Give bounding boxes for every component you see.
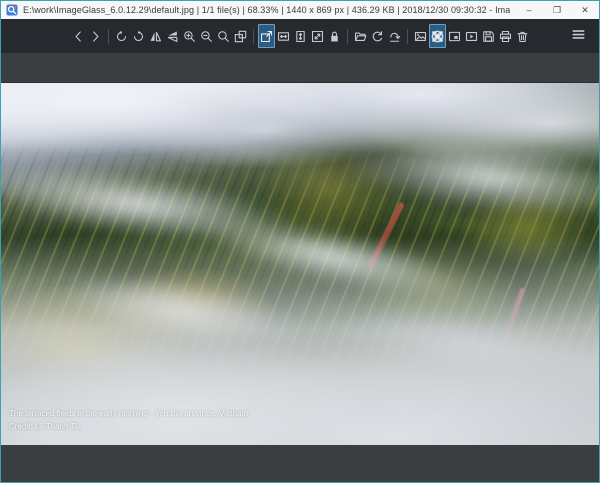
close-button[interactable]: ✕	[571, 1, 599, 19]
chevron-left-icon	[72, 30, 85, 43]
goto-image-button[interactable]	[386, 24, 403, 48]
imageglass-window: E:\work\ImageGlass_6.0.12.29\default.jpg…	[0, 0, 600, 483]
slideshow-button[interactable]	[463, 24, 480, 48]
imageglass-logo-icon[interactable]	[6, 4, 18, 16]
next-image-button[interactable]	[87, 24, 104, 48]
photo-mist-blobs	[1, 83, 599, 445]
slideshow-icon	[465, 30, 478, 43]
scale-width-icon	[277, 30, 290, 43]
zoom-out-icon	[200, 30, 213, 43]
titlebar[interactable]: E:\work\ImageGlass_6.0.12.29\default.jpg…	[1, 1, 599, 19]
checkerboard-icon	[431, 30, 444, 43]
actual-size-button[interactable]	[215, 24, 232, 48]
flip-vertical-icon	[166, 30, 179, 43]
auto-zoom-icon	[260, 30, 273, 43]
scale-height-icon	[294, 30, 307, 43]
rotate-clockwise-button[interactable]	[130, 24, 147, 48]
goto-icon	[388, 30, 401, 43]
scale-to-width-button[interactable]	[275, 24, 292, 48]
minimize-button[interactable]: –	[515, 1, 543, 19]
thumbnail-icon	[414, 30, 427, 43]
window-title: E:\work\ImageGlass_6.0.12.29\default.jpg…	[23, 5, 510, 15]
delete-image-button[interactable]	[514, 24, 531, 48]
toolbar-buttons	[70, 24, 531, 48]
print-icon	[499, 30, 512, 43]
photo-caption: The terraced fields in the early morning…	[9, 407, 248, 433]
full-screen-button[interactable]	[446, 24, 463, 48]
flip-horizontal-icon	[149, 30, 162, 43]
toolbar	[1, 19, 599, 53]
full-screen-icon	[448, 30, 461, 43]
caption-line1: The terraced fields in the early morning…	[9, 407, 248, 420]
auto-zoom-button[interactable]	[258, 24, 275, 48]
print-image-button[interactable]	[497, 24, 514, 48]
refresh-button[interactable]	[369, 24, 386, 48]
flip-vertical-button[interactable]	[164, 24, 181, 48]
image-viewer-area[interactable]: The terraced fields in the early morning…	[1, 53, 599, 482]
toolbar-separator	[347, 29, 348, 44]
scale-to-height-button[interactable]	[292, 24, 309, 48]
main-menu-button[interactable]	[567, 24, 589, 48]
refresh-icon	[371, 30, 384, 43]
scale-to-fit-button[interactable]	[309, 24, 326, 48]
toolbar-separator	[407, 29, 408, 44]
toolbar-separator	[253, 29, 254, 44]
window-fit-button[interactable]	[232, 24, 249, 48]
zoom-in-button[interactable]	[181, 24, 198, 48]
rotate-left-icon	[115, 30, 128, 43]
open-file-icon	[354, 30, 367, 43]
open-file-button[interactable]	[352, 24, 369, 48]
photo-canvas[interactable]: The terraced fields in the early morning…	[1, 82, 599, 445]
rotate-right-icon	[132, 30, 145, 43]
delete-icon	[516, 30, 529, 43]
zoom-in-icon	[183, 30, 196, 43]
flip-horizontal-button[interactable]	[147, 24, 164, 48]
actual-size-icon	[217, 30, 230, 43]
toolbar-separator	[108, 29, 109, 44]
previous-image-button[interactable]	[70, 24, 87, 48]
scale-fit-icon	[311, 30, 324, 43]
window-fit-icon	[234, 30, 247, 43]
caption-line2: Credit: Lê Thanh Tú	[9, 420, 248, 433]
thumbnail-bar-button[interactable]	[412, 24, 429, 48]
save-icon	[482, 30, 495, 43]
save-image-button[interactable]	[480, 24, 497, 48]
lock-icon	[328, 30, 341, 43]
lock-zoom-ratio-button[interactable]	[326, 24, 343, 48]
menu-icon	[572, 28, 585, 44]
zoom-out-button[interactable]	[198, 24, 215, 48]
window-controls: – ❐ ✕	[515, 1, 599, 19]
maximize-button[interactable]: ❐	[543, 1, 571, 19]
rotate-counterclockwise-button[interactable]	[113, 24, 130, 48]
checkered-background-button[interactable]	[429, 24, 446, 48]
chevron-right-icon	[89, 30, 102, 43]
